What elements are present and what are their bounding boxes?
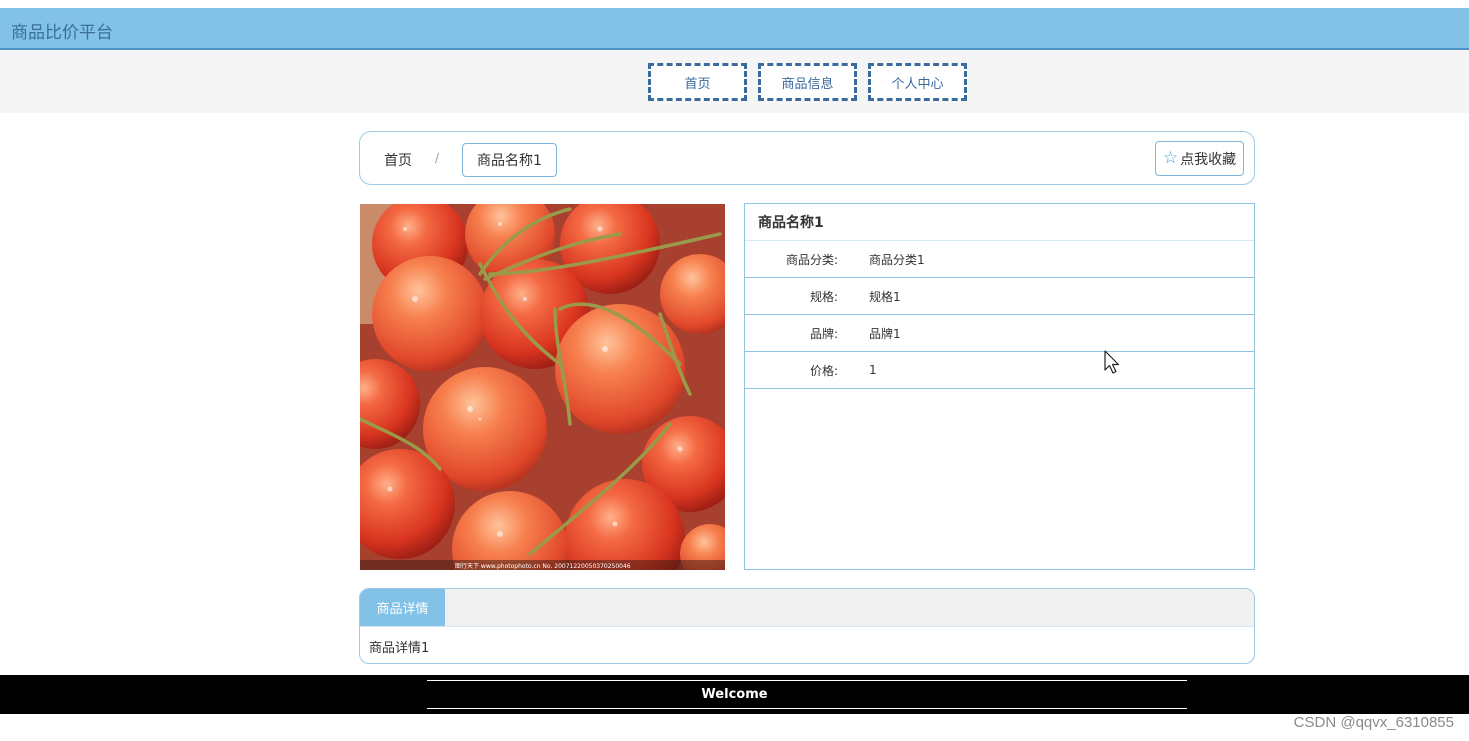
info-label: 价格: — [809, 363, 838, 378]
info-label: 商品分类: — [785, 252, 838, 267]
cherries-photo: 图行天下 www.photophoto.cn No. 2007122005037… — [360, 204, 725, 570]
info-row-category: 商品分类: 商品分类1 — [745, 241, 1254, 278]
watermark: CSDN @qqvx_6310855 — [1293, 714, 1454, 731]
product-image: 图行天下 www.photophoto.cn No. 2007122005037… — [360, 204, 725, 570]
detail-tab-bar: 商品详情 — [360, 589, 1254, 627]
app-header: 商品比价平台 — [0, 8, 1469, 50]
breadcrumb-separator: / — [435, 151, 440, 165]
main-nav: 首页 商品信息 个人中心 — [0, 50, 1469, 113]
tab-product-detail[interactable]: 商品详情 — [360, 589, 445, 626]
detail-content: 商品详情1 — [369, 641, 430, 656]
breadcrumb-current: 商品名称1 — [462, 143, 557, 177]
star-outline-icon: ☆ — [1162, 148, 1179, 168]
nav-personal-center[interactable]: 个人中心 — [868, 63, 967, 101]
image-caption: 图行天下 www.photophoto.cn No. 2007122005037… — [455, 562, 631, 570]
info-value: 品牌1 — [869, 326, 901, 341]
app-title: 商品比价平台 — [11, 23, 113, 43]
info-value: 商品分类1 — [869, 252, 925, 267]
product-name: 商品名称1 — [745, 204, 1254, 241]
product-detail-panel: 商品详情 商品详情1 — [359, 588, 1255, 664]
info-value: 规格1 — [869, 289, 901, 304]
favorite-label: 点我收藏 — [1180, 151, 1237, 168]
breadcrumb: 首页 / 商品名称1 ☆ 点我收藏 — [359, 131, 1255, 185]
info-value: 1 — [869, 363, 877, 377]
nav-product-info[interactable]: 商品信息 — [758, 63, 857, 101]
footer-welcome: Welcome — [701, 687, 768, 702]
footer: Welcome — [0, 675, 1469, 714]
info-label: 规格: — [809, 289, 838, 304]
nav-home[interactable]: 首页 — [648, 63, 747, 101]
breadcrumb-home[interactable]: 首页 — [384, 150, 412, 170]
product-info-panel: 商品名称1 商品分类: 商品分类1 规格: 规格1 品牌: 品牌1 价格: 1 — [744, 203, 1255, 570]
footer-divider-top — [427, 680, 1187, 681]
footer-divider-bottom — [427, 708, 1187, 709]
favorite-button[interactable]: ☆ 点我收藏 — [1155, 141, 1244, 176]
info-label: 品牌: — [809, 326, 838, 341]
info-row-price: 价格: 1 — [745, 352, 1254, 389]
info-row-brand: 品牌: 品牌1 — [745, 315, 1254, 352]
info-row-spec: 规格: 规格1 — [745, 278, 1254, 315]
mouse-cursor-icon — [1104, 350, 1120, 374]
